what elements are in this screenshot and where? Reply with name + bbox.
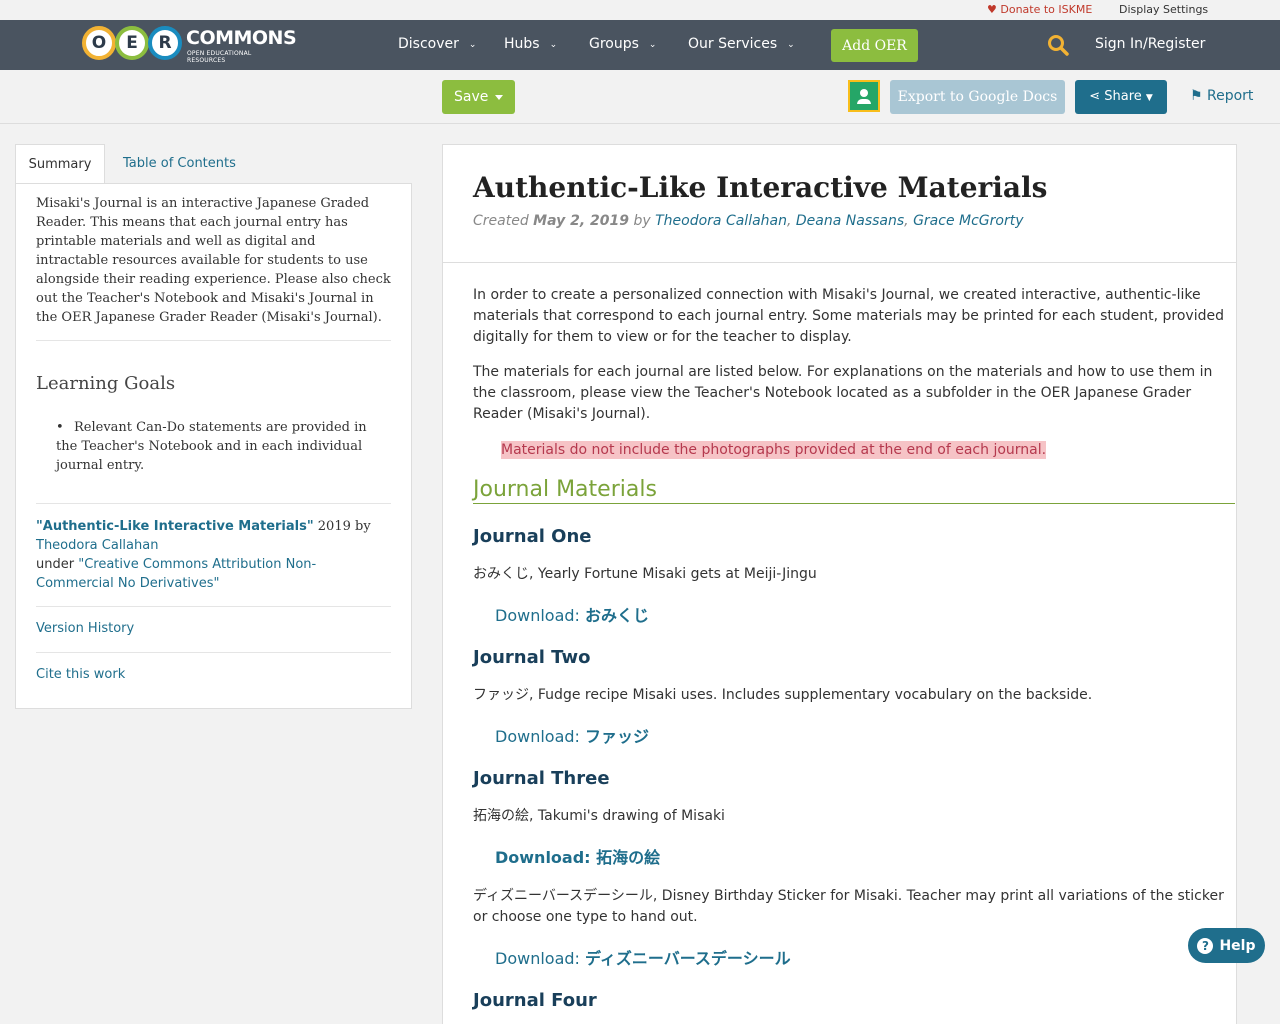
oer-commons-logo[interactable]: O E R COMMONS OPEN EDUCATIONAL RESOURCES <box>82 26 297 64</box>
help-button[interactable]: ? Help <box>1188 928 1265 963</box>
nav-discover[interactable]: Discover ⌄ <box>398 36 476 52</box>
share-label: Share <box>1104 89 1142 104</box>
author-link[interactable]: Deana Nassans <box>796 213 904 229</box>
license-name-link[interactable]: "Creative Commons Attribution Non-Commer… <box>36 557 316 591</box>
help-label: Help <box>1219 937 1256 954</box>
caret-down-icon: ▼ <box>1145 93 1153 103</box>
export-google-docs-button[interactable]: Export to Google Docs <box>890 80 1065 114</box>
page-title: Authentic-Like Interactive Materials <box>473 171 1048 204</box>
license-attribution: "Authentic-Like Interactive Materials" 2… <box>36 517 391 593</box>
logo-subtitle: OPEN EDUCATIONAL RESOURCES <box>187 50 252 64</box>
donate-label: Donate to ISKME <box>1000 3 1093 16</box>
add-oer-button[interactable]: Add OER <box>831 29 918 62</box>
learning-goals-heading: Learning Goals <box>36 373 176 394</box>
save-label: Save <box>454 89 489 105</box>
logo-wordmark: COMMONS <box>186 27 297 49</box>
journal-one-description: おみくじ, Yearly Fortune Misaki gets at Meij… <box>473 566 817 582</box>
report-label: Report <box>1207 88 1254 104</box>
chevron-down-icon: ⌄ <box>468 40 477 50</box>
by-label: by <box>633 213 651 229</box>
journal-two-description: ファッジ, Fudge recipe Misaki uses. Includes… <box>473 687 1093 703</box>
download-file-name: 拓海の絵 <box>596 848 661 867</box>
google-classroom-icon[interactable] <box>848 80 880 112</box>
license-under: under <box>36 557 75 572</box>
created-date: May 2, 2019 <box>533 213 630 229</box>
download-file-name: おみくじ <box>585 606 650 625</box>
logo-letter-r: R <box>148 26 182 60</box>
learning-goal-item: Relevant Can-Do statements are provided … <box>56 418 391 475</box>
version-history-link[interactable]: Version History <box>36 621 134 636</box>
download-prefix: Download: <box>495 848 597 867</box>
license-year: 2019 by <box>317 519 371 534</box>
nav-our-services[interactable]: Our Services ⌄ <box>688 36 795 52</box>
download-prefix: Download: <box>495 606 586 625</box>
journal-one-heading: Journal One <box>473 526 592 547</box>
nav-hubs[interactable]: Hubs ⌄ <box>504 36 557 52</box>
save-button[interactable]: Save <box>442 80 515 114</box>
download-prefix: Download: <box>495 727 586 746</box>
download-omikuji-link[interactable]: Download: おみくじ <box>495 602 649 626</box>
chevron-down-icon: ⌄ <box>549 40 558 50</box>
nav-hubs-label: Hubs <box>504 36 540 52</box>
nav-groups[interactable]: Groups ⌄ <box>589 36 656 52</box>
resource-header: Authentic-Like Interactive Materials Cre… <box>443 145 1236 263</box>
logo-letter-o: O <box>82 26 116 60</box>
nav-our-services-label: Our Services <box>688 36 778 52</box>
materials-note: Materials do not include the photographs… <box>501 441 1047 459</box>
main-navbar: O E R COMMONS OPEN EDUCATIONAL RESOURCES… <box>0 20 1280 70</box>
materials-paragraph: The materials for each journal are liste… <box>473 364 1213 422</box>
main-content: Authentic-Like Interactive Materials Cre… <box>442 144 1237 1024</box>
license-author-link[interactable]: Theodora Callahan <box>36 538 158 553</box>
journal-four-heading: Journal Four <box>473 990 597 1011</box>
search-icon[interactable] <box>1046 33 1070 57</box>
download-prefix: Download: <box>495 949 586 968</box>
flag-icon: ⚑ <box>1190 88 1203 104</box>
journal-materials-heading: Journal Materials <box>473 477 1235 504</box>
heart-icon: ♥ <box>987 3 997 16</box>
sidebar-tabs: Summary Table of Contents <box>15 144 412 184</box>
download-file-name: ファッジ <box>585 727 650 746</box>
divider <box>36 606 391 607</box>
cite-work-link[interactable]: Cite this work <box>36 667 125 682</box>
learning-goal-text: Relevant Can-Do statements are provided … <box>56 420 367 473</box>
share-button[interactable]: ⋖ Share ▼ <box>1075 80 1167 114</box>
journal-three-description: 拓海の絵, Takumi's drawing of Misaki <box>473 808 725 824</box>
utility-bar: ♥ Donate to ISKME Display Settings <box>0 0 1280 20</box>
author-link[interactable]: Theodora Callahan <box>655 213 787 229</box>
report-link[interactable]: ⚑ Report <box>1190 88 1253 104</box>
caret-down-icon <box>495 95 503 100</box>
nav-groups-label: Groups <box>589 36 639 52</box>
summary-panel: Misaki's Journal is an interactive Japan… <box>15 183 412 709</box>
download-takumi-drawing-link[interactable]: Download: 拓海の絵 <box>495 844 660 868</box>
journal-two-heading: Journal Two <box>473 647 591 668</box>
donate-link[interactable]: ♥ Donate to ISKME <box>987 3 1092 16</box>
chevron-down-icon: ⌄ <box>648 40 657 50</box>
license-resource-title[interactable]: "Authentic-Like Interactive Materials" <box>36 519 314 534</box>
download-birthday-sticker-link[interactable]: Download: ディズニーバースデーシール <box>495 945 791 969</box>
created-label: Created <box>473 213 529 229</box>
author-link[interactable]: Grace McGrorty <box>913 213 1023 229</box>
divider <box>36 503 391 504</box>
tab-table-of-contents[interactable]: Table of Contents <box>123 156 236 171</box>
sign-in-register-link[interactable]: Sign In/Register <box>1095 36 1205 52</box>
resource-description: Misaki's Journal is an interactive Japan… <box>36 196 391 325</box>
display-settings-link[interactable]: Display Settings <box>1119 3 1208 16</box>
chevron-down-icon: ⌄ <box>787 40 795 50</box>
resource-action-bar: Save Export to Google Docs ⋖ Share ▼ ⚑ R… <box>0 70 1280 124</box>
question-icon: ? <box>1197 937 1214 954</box>
journal-three-heading: Journal Three <box>473 768 610 789</box>
logo-letter-e: E <box>115 26 149 60</box>
divider <box>36 340 391 341</box>
intro-paragraph: In order to create a personalized connec… <box>473 287 1224 345</box>
nav-discover-label: Discover <box>398 36 459 52</box>
tab-summary[interactable]: Summary <box>15 144 105 184</box>
divider <box>36 652 391 653</box>
download-file-name: ディズニーバースデーシール <box>585 949 791 968</box>
download-fudge-link[interactable]: Download: ファッジ <box>495 723 649 747</box>
share-icon: ⋖ <box>1089 89 1101 104</box>
journal-three-sticker-description: ディズニーバースデーシール, Disney Birthday Sticker f… <box>473 888 1224 925</box>
byline: Created May 2, 2019 by Theodora Callahan… <box>473 213 1024 229</box>
